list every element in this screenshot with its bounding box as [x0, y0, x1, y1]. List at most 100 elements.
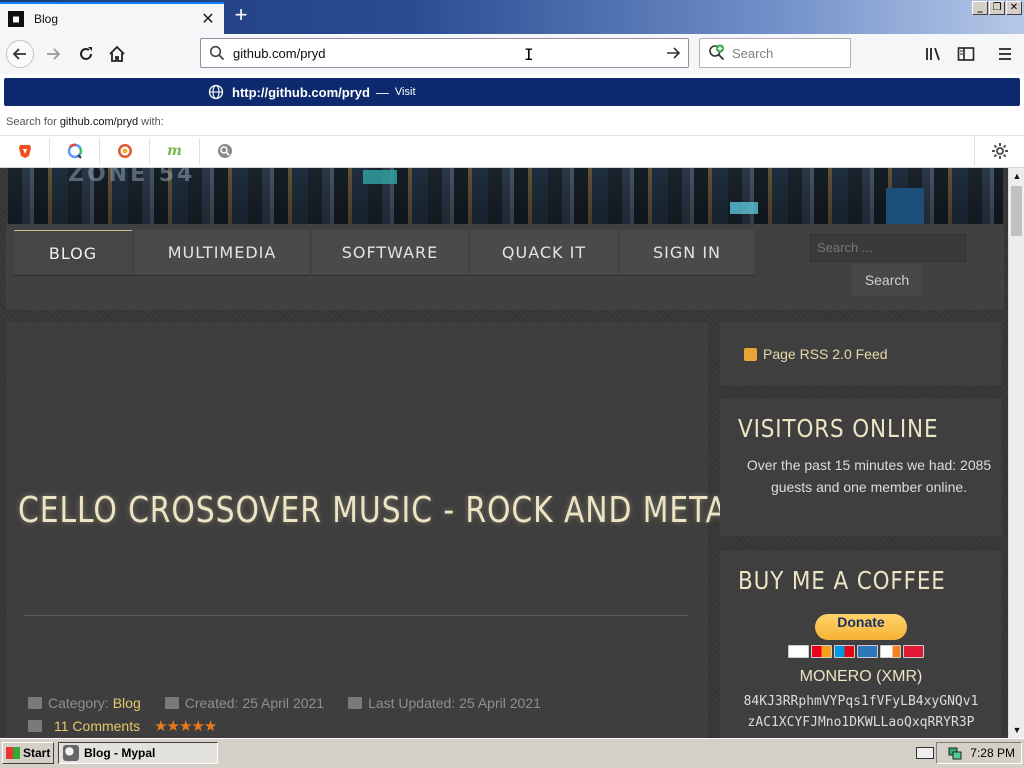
start-button[interactable]: Start: [2, 742, 54, 764]
url-bar[interactable]: github.com/pryd I: [200, 38, 689, 68]
new-tab-icon[interactable]: +: [230, 4, 252, 28]
article-title[interactable]: CELLO CROSSOVER MUSIC - ROCK AND METAL: [18, 490, 744, 531]
calendar-icon: [348, 697, 363, 709]
library-icon[interactable]: [920, 40, 948, 68]
vertical-scrollbar[interactable]: ▲ ▼: [1008, 168, 1024, 738]
visa-icon: [788, 645, 809, 658]
amex-icon: [857, 645, 878, 658]
minimize-icon[interactable]: _: [972, 1, 988, 15]
go-arrow-icon[interactable]: [658, 45, 688, 61]
monero-address-line: 84KJ3RRphmVYPqs1fVFyLB4xyGNQv1: [743, 694, 979, 709]
discover-icon: [880, 645, 901, 658]
menu-item-blog[interactable]: BLOG: [14, 230, 132, 276]
taskbar-item-mypal[interactable]: Blog - Mypal: [58, 742, 218, 764]
banner-sign: [730, 202, 758, 214]
system-tray: 7:28 PM: [936, 742, 1022, 764]
duckduckgo-icon[interactable]: [100, 137, 150, 164]
mypal-icon: [63, 745, 79, 761]
updated-date: Last Updated: 25 April 2021: [368, 695, 541, 711]
url-autocomplete-popup: http://github.com/pryd — Visit Search fo…: [0, 74, 1024, 168]
comment-icon: [28, 720, 42, 732]
text-cursor-icon: I: [524, 45, 534, 64]
site-search-input[interactable]: Search ...: [810, 234, 966, 262]
category-link[interactable]: Blog: [113, 695, 141, 711]
rating-stars[interactable]: ★★★★★: [154, 717, 217, 735]
menu-item-multimedia[interactable]: MULTIMEDIA: [134, 230, 310, 276]
rss-link[interactable]: Page RSS 2.0 Feed: [763, 346, 888, 362]
network-icon[interactable]: [948, 746, 962, 760]
mojeek-icon[interactable]: m: [150, 137, 200, 164]
sidebar-icon[interactable]: [952, 40, 980, 68]
gear-icon[interactable]: [974, 136, 1024, 166]
site-logo: ZONE 54: [68, 168, 196, 187]
article-updated: Last Updated: 25 April 2021: [348, 695, 541, 711]
menu-item-sign-in[interactable]: SIGN IN: [620, 230, 754, 276]
monero-address[interactable]: 84KJ3RRphmVYPqs1fVFyLB4xyGNQv1 zAC1XCYFJ…: [720, 691, 1002, 733]
rss-icon: [744, 347, 757, 361]
qwant-icon[interactable]: [50, 137, 100, 164]
forward-icon[interactable]: [39, 40, 67, 68]
tab-title: Blog: [34, 12, 59, 26]
search-for-term: github.com/pryd: [59, 116, 139, 128]
unionpay-icon: [903, 645, 924, 658]
back-icon[interactable]: [6, 40, 34, 68]
tab-strip: ■ Blog ✕ + _ ❐ ✕: [0, 0, 1024, 34]
comments-link[interactable]: 11 Comments: [54, 718, 140, 734]
scroll-down-icon[interactable]: ▼: [1009, 722, 1024, 738]
menu-item-software[interactable]: SOFTWARE: [312, 230, 468, 276]
tab-blog[interactable]: ■ Blog ✕: [0, 2, 224, 34]
clock[interactable]: 7:28 PM: [970, 746, 1015, 760]
article-created: Created: 25 April 2021: [164, 695, 325, 711]
banner-sign: [363, 170, 397, 184]
rss-panel: Page RSS 2.0 Feed: [720, 322, 1002, 386]
menu-item-quack-it[interactable]: QUACK IT: [470, 230, 618, 276]
url-input[interactable]: github.com/pryd: [233, 46, 658, 61]
mastercard-icon: [811, 645, 832, 658]
folder-icon: [28, 697, 42, 709]
suggestion-separator: —: [375, 84, 389, 100]
category-label: Category:: [48, 695, 109, 711]
scroll-up-icon[interactable]: ▲: [1009, 168, 1024, 184]
search-bar[interactable]: Search: [699, 38, 851, 68]
article-meta-secondary: 11 Comments ★★★★★: [28, 717, 217, 735]
visitors-title: VISITORS ONLINE: [738, 414, 939, 443]
tab-close-icon[interactable]: ✕: [200, 9, 216, 29]
donate-button[interactable]: Donate: [815, 614, 907, 640]
payment-cards: [788, 645, 924, 658]
keyboard-icon[interactable]: [916, 747, 934, 759]
site-favicon-icon: ■: [8, 11, 24, 27]
url-suggestion-row[interactable]: http://github.com/pryd — Visit: [4, 78, 1020, 106]
maestro-icon: [834, 645, 855, 658]
site-menu: BLOG MULTIMEDIA SOFTWARE QUACK IT SIGN I…: [14, 230, 756, 276]
coffee-panel: BUY ME A COFFEE Donate MONERO (XMR) 84KJ…: [720, 550, 1002, 738]
monero-label: MONERO (XMR): [799, 668, 923, 685]
visitors-panel: VISITORS ONLINE Over the past 15 minutes…: [720, 398, 1002, 536]
restore-icon[interactable]: ❐: [989, 1, 1005, 15]
site-search-button[interactable]: Search: [852, 264, 922, 296]
calendar-icon: [164, 697, 179, 709]
search-for-prefix: Search for: [6, 116, 57, 128]
monero-address-line: zAC1XCYFJMno1DKWLLaoQxqRRYR3P: [747, 715, 975, 730]
web-page: ZONE 54 BLOG MULTIMEDIA SOFTWARE QUACK I…: [0, 168, 1008, 738]
article-category: Category: Blog: [28, 695, 141, 711]
brave-icon[interactable]: [0, 137, 50, 164]
article-meta: Category: Blog Created: 25 April 2021 La…: [28, 695, 565, 711]
search-engine-row: m: [0, 135, 1024, 166]
search-engine-icon[interactable]: [200, 138, 250, 164]
created-date: Created: 25 April 2021: [184, 695, 325, 711]
scrollbar-thumb[interactable]: [1011, 186, 1022, 236]
search-placeholder: Search: [732, 45, 774, 61]
windows-logo-icon: [6, 747, 20, 759]
taskbar-item-label: Blog - Mypal: [84, 746, 156, 760]
banner-window: [886, 188, 924, 224]
menu-hamburger-icon[interactable]: [991, 40, 1019, 68]
close-window-icon[interactable]: ✕: [1006, 1, 1022, 15]
window-controls: _ ❐ ✕: [972, 1, 1022, 15]
search-engine-add-icon: [709, 44, 725, 61]
globe-icon: [208, 84, 224, 100]
suggestion-url: http://github.com/pryd: [232, 84, 370, 100]
reload-icon[interactable]: [72, 40, 100, 68]
taskbar: Start Blog - Mypal 7:28 PM: [0, 738, 1024, 768]
home-icon[interactable]: [103, 40, 131, 68]
visitors-text: Over the past 15 minutes we had: 2085 gu…: [746, 457, 992, 495]
